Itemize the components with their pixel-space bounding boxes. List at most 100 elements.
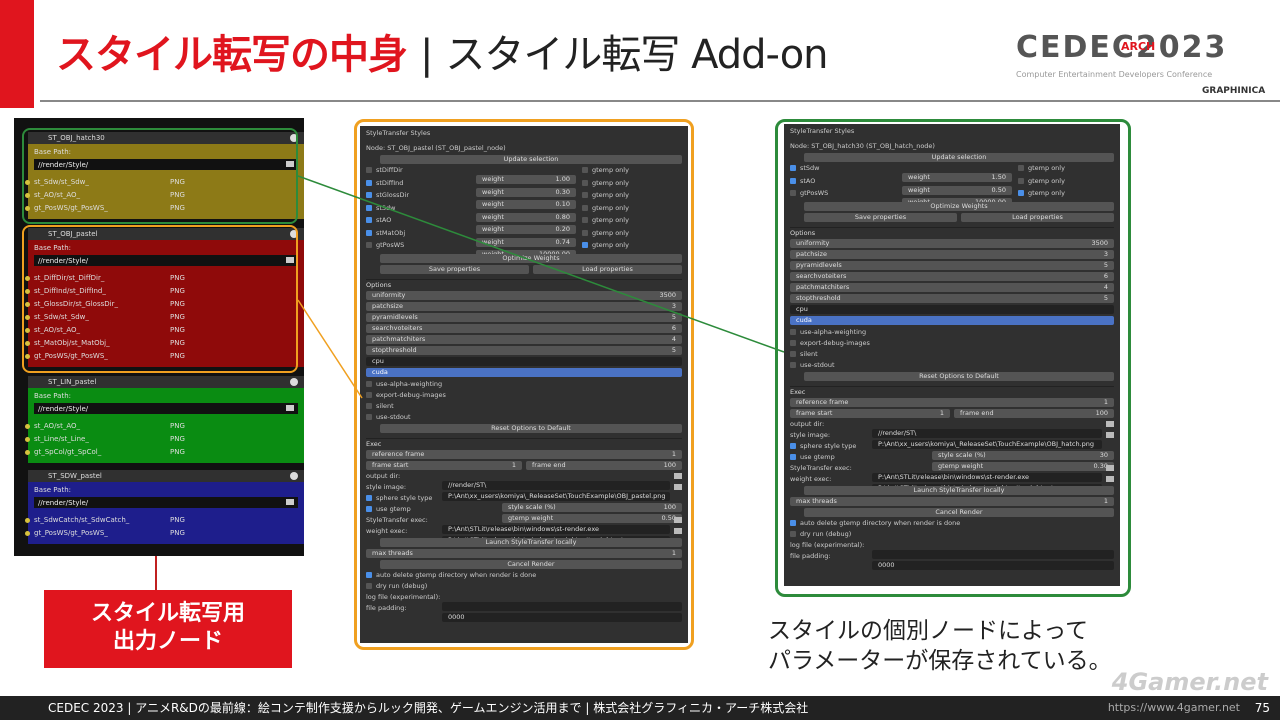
checkbox[interactable] xyxy=(366,391,372,398)
checkbox[interactable] xyxy=(582,167,588,173)
cancel-render-button[interactable]: Cancel Render xyxy=(380,559,682,569)
load-properties-button[interactable]: Load properties xyxy=(961,212,1114,222)
style-toggle[interactable]: stGlossDir xyxy=(366,191,409,199)
gtemp-checkbox[interactable]: use gtemp xyxy=(366,505,411,513)
option-checkbox[interactable]: export-debug-images xyxy=(790,339,870,347)
option-field[interactable]: stopthreshold 5 xyxy=(790,293,1114,303)
option-checkbox[interactable]: use-stdout xyxy=(790,361,835,369)
style-toggle[interactable]: stAO xyxy=(790,177,815,185)
reset-options-button[interactable]: Reset Options to Default xyxy=(380,423,682,433)
option-checkbox[interactable]: use-alpha-weighting xyxy=(790,328,866,336)
checkbox[interactable] xyxy=(366,204,372,211)
folder-icon[interactable] xyxy=(286,405,294,411)
sphere-checkbox[interactable]: sphere style type xyxy=(366,494,432,502)
socket-icon[interactable] xyxy=(25,531,30,536)
checkbox[interactable] xyxy=(582,192,588,198)
option-field[interactable]: patchsize 3 xyxy=(790,249,1114,259)
save-properties-button[interactable]: Save properties xyxy=(804,212,957,222)
folder-icon[interactable] xyxy=(674,483,682,490)
checkbox[interactable] xyxy=(790,190,796,196)
checkbox[interactable] xyxy=(790,177,796,184)
base-path-field[interactable]: //render/Style/ xyxy=(34,497,298,508)
checkbox[interactable] xyxy=(366,494,372,501)
gtemp-toggle[interactable]: gtemp only xyxy=(582,191,629,200)
reset-options-button[interactable]: Reset Options to Default xyxy=(804,371,1114,381)
option-checkbox[interactable]: use-stdout xyxy=(366,413,411,421)
checkbox[interactable] xyxy=(366,380,372,387)
checkbox[interactable] xyxy=(366,571,372,578)
frame-start-field[interactable]: frame start 1 xyxy=(366,460,522,470)
exec-section-header[interactable]: Exec xyxy=(790,385,1114,396)
frame-start-field[interactable]: frame start 1 xyxy=(790,408,950,418)
optimize-weights-button[interactable]: Optimize Weights xyxy=(380,253,682,263)
socket-icon[interactable] xyxy=(25,518,30,523)
folder-icon[interactable] xyxy=(1106,431,1114,438)
checkbox[interactable] xyxy=(582,179,588,186)
option-field[interactable]: uniformity 3500 xyxy=(790,238,1114,248)
reference-frame-field[interactable]: reference frame 1 xyxy=(790,397,1114,407)
checkbox[interactable] xyxy=(1018,165,1024,171)
option-field[interactable]: patchmatchiters 4 xyxy=(366,334,682,344)
option-field[interactable]: stopthreshold 5 xyxy=(366,345,682,355)
optimize-weights-button[interactable]: Optimize Weights xyxy=(804,201,1114,211)
option-checkbox[interactable]: silent xyxy=(790,350,818,358)
auto-delete-checkbox[interactable]: auto delete gtemp directory when render … xyxy=(366,571,536,579)
load-properties-button[interactable]: Load properties xyxy=(533,264,682,274)
checkbox[interactable] xyxy=(790,350,796,357)
device-cpu[interactable]: cpu xyxy=(366,356,682,366)
frame-end-field[interactable]: frame end 100 xyxy=(526,460,682,470)
frame-end-field[interactable]: frame end 100 xyxy=(954,408,1114,418)
update-selection-button[interactable]: Update selection xyxy=(804,153,1114,162)
style-toggle[interactable]: stDiffInd xyxy=(366,179,403,187)
style-toggle[interactable]: stAO xyxy=(366,216,391,224)
dry-run-checkbox[interactable]: dry run (debug) xyxy=(790,530,851,538)
folder-icon[interactable] xyxy=(286,499,294,505)
option-checkbox[interactable]: use-alpha-weighting xyxy=(366,380,442,388)
option-field[interactable]: patchsize 3 xyxy=(366,301,682,311)
style-toggle[interactable]: stMatObj xyxy=(366,229,405,237)
checkbox[interactable] xyxy=(366,217,372,223)
file-padding-field[interactable]: 0000 xyxy=(872,560,1114,570)
option-checkbox[interactable]: silent xyxy=(366,402,394,410)
max-threads-field[interactable]: max threads 1 xyxy=(790,496,1114,506)
socket-icon[interactable] xyxy=(25,437,30,442)
checkbox[interactable] xyxy=(790,530,796,537)
checkbox[interactable] xyxy=(790,339,796,346)
checkbox[interactable] xyxy=(366,179,372,186)
checkbox[interactable] xyxy=(582,242,588,248)
style-toggle[interactable]: stSdw xyxy=(366,204,396,212)
checkbox[interactable] xyxy=(582,217,588,223)
gtemp-toggle[interactable]: gtemp only xyxy=(582,179,629,188)
checkbox[interactable] xyxy=(366,582,372,589)
checkbox[interactable] xyxy=(366,167,372,173)
checkbox[interactable] xyxy=(366,402,372,409)
update-selection-button[interactable]: Update selection xyxy=(380,155,682,164)
options-section-header[interactable]: Options xyxy=(366,278,682,289)
folder-icon[interactable] xyxy=(1106,475,1114,482)
gtemp-toggle[interactable]: gtemp only xyxy=(1018,177,1065,186)
socket-icon[interactable] xyxy=(25,450,30,455)
node-header[interactable]: ST_SDW_pastel xyxy=(28,470,304,482)
folder-icon[interactable] xyxy=(674,472,682,479)
max-threads-field[interactable]: max threads 1 xyxy=(366,548,682,558)
checkbox[interactable] xyxy=(366,505,372,512)
gtemp-toggle[interactable]: gtemp only xyxy=(1018,189,1065,198)
option-field[interactable]: patchmatchiters 4 xyxy=(790,282,1114,292)
exec-section-header[interactable]: Exec xyxy=(366,437,682,448)
save-properties-button[interactable]: Save properties xyxy=(380,264,529,274)
launch-locally-button[interactable]: Launch StyleTransfer locally xyxy=(804,485,1114,495)
gtemp-toggle[interactable]: gtemp only xyxy=(582,204,629,213)
gtemp-toggle[interactable]: gtemp only xyxy=(582,216,629,225)
file-padding-field[interactable]: 0000 xyxy=(442,612,682,622)
checkbox[interactable] xyxy=(582,229,588,236)
socket-icon[interactable] xyxy=(25,424,30,429)
checkbox[interactable] xyxy=(790,442,796,449)
option-field[interactable]: pyramidlevels 5 xyxy=(790,260,1114,270)
checkbox[interactable] xyxy=(366,413,372,420)
checkbox[interactable] xyxy=(1018,190,1024,196)
output-node[interactable]: ST_LIN_pastel Base Path: //render/Style/st… xyxy=(25,376,304,463)
folder-icon[interactable] xyxy=(1106,420,1114,427)
checkbox[interactable] xyxy=(790,361,796,368)
folder-icon[interactable] xyxy=(1106,464,1114,471)
output-node[interactable]: ST_SDW_pastel Base Path: //render/Style/st… xyxy=(25,470,304,544)
